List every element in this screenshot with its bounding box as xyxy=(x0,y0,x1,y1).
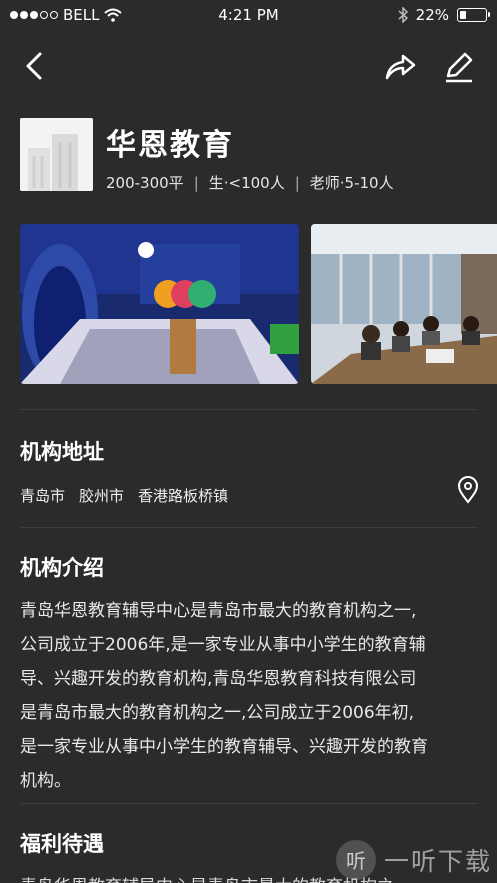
status-right: 22% xyxy=(398,6,490,24)
intro-line: 机构。 xyxy=(20,771,71,791)
benefits-section-title: 福利待遇 xyxy=(20,832,104,856)
status-bar: BELL 4:21 PM 22% xyxy=(0,0,497,30)
share-icon xyxy=(385,54,416,80)
location-pin-button[interactable] xyxy=(456,476,480,504)
divider xyxy=(20,803,477,804)
watermark: 听 一听下载 xyxy=(336,836,497,883)
intro-line: 是青岛市最大的教育机构之一,公司成立于2006年初, xyxy=(20,703,415,723)
back-button[interactable] xyxy=(18,48,54,84)
org-logo xyxy=(20,118,93,191)
edit-button[interactable] xyxy=(440,48,478,84)
intro-line: 青岛华恩教育辅导中心是青岛市最大的教育机构之一, xyxy=(20,601,417,621)
share-button[interactable] xyxy=(381,48,419,84)
building-icon xyxy=(20,118,93,191)
watermark-text: 一听下载 xyxy=(384,846,493,876)
org-area: 200-300平 xyxy=(106,174,184,192)
location-pin-icon xyxy=(457,476,479,504)
battery-icon xyxy=(457,8,490,22)
chevron-left-icon xyxy=(26,52,42,80)
intro-text: 青岛华恩教育辅导中心是青岛市最大的教育机构之一, 公司成立于2006年,是一家专… xyxy=(20,594,482,798)
org-name: 华恩教育 xyxy=(106,128,234,163)
bluetooth-icon xyxy=(398,7,408,23)
gallery-photo[interactable] xyxy=(20,224,299,384)
intro-line: 公司成立于2006年,是一家专业从事中小学生的教育辅 xyxy=(20,635,426,655)
photo-gallery[interactable] xyxy=(20,224,497,384)
intro-line: 是一家专业从事中小学生的教育辅导、兴趣开发的教育 xyxy=(20,737,428,757)
classroom-photo xyxy=(20,224,299,384)
address-text[interactable]: 青岛市 胶州市 香港路板桥镇 xyxy=(20,485,228,506)
org-students: 生·<100人 xyxy=(208,174,285,192)
nav-bar xyxy=(0,40,497,92)
meta-separator: | xyxy=(193,173,199,192)
watermark-logo-icon: 听 xyxy=(336,839,376,880)
pencil-icon xyxy=(446,52,473,83)
battery-percent: 22% xyxy=(415,6,449,24)
address-street: 香港路板桥镇 xyxy=(138,487,229,505)
address-city: 青岛市 xyxy=(20,487,66,505)
divider xyxy=(20,409,477,410)
org-teachers: 老师·5-10人 xyxy=(309,174,394,192)
meta-separator: | xyxy=(294,173,300,192)
gallery-photo[interactable] xyxy=(311,224,497,384)
intro-section-title: 机构介绍 xyxy=(20,556,104,580)
address-district: 胶州市 xyxy=(79,487,125,505)
meeting-photo xyxy=(311,224,497,384)
org-meta: 200-300平 | 生·<100人 | 老师·5-10人 xyxy=(106,172,394,193)
intro-line: 导、兴趣开发的教育机构,青岛华恩教育科技有限公司 xyxy=(20,669,417,689)
divider xyxy=(20,527,477,528)
address-section-title: 机构地址 xyxy=(20,440,104,464)
